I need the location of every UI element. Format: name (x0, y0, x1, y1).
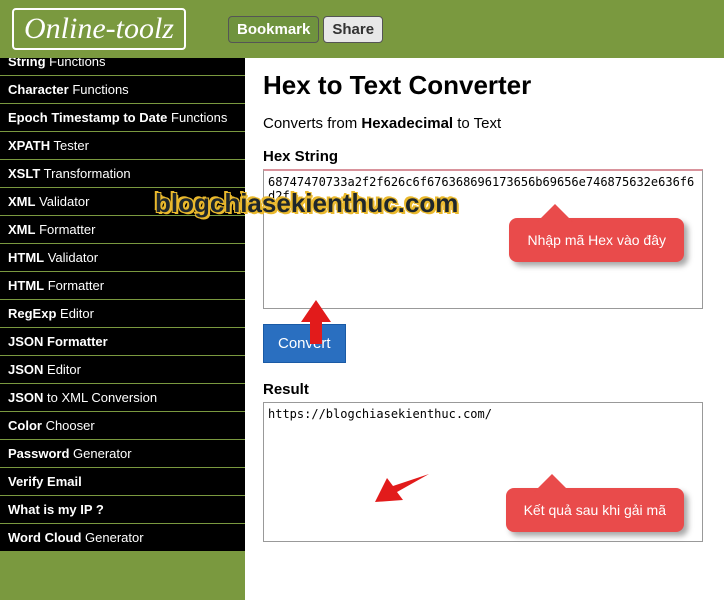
subtitle-suffix: to Text (453, 115, 501, 132)
sidebar-item[interactable]: XML Formatter (0, 216, 245, 244)
sidebar-item[interactable]: What is my IP ? (0, 496, 245, 524)
logo[interactable]: Online-toolz (12, 8, 186, 50)
sidebar-item[interactable]: HTML Formatter (0, 272, 245, 300)
subtitle-bold: Hexadecimal (361, 115, 453, 132)
sidebar-item[interactable]: String Functions (0, 58, 245, 76)
result-label: Result (263, 381, 706, 398)
sidebar-item[interactable]: XML Validator (0, 188, 245, 216)
bookmark-button[interactable]: Bookmark (228, 16, 319, 43)
header-buttons: Bookmark Share (228, 16, 383, 43)
sidebar-item[interactable]: Epoch Timestamp to Date Functions (0, 104, 245, 132)
sidebar-item[interactable]: JSON to XML Conversion (0, 384, 245, 412)
convert-button[interactable]: Convert (263, 324, 346, 363)
callout-hex: Nhập mã Hex vào đây (509, 218, 684, 262)
subtitle: Converts from Hexadecimal to Text (263, 115, 706, 132)
hex-label: Hex String (263, 148, 706, 165)
sidebar-item[interactable]: Word Cloud Generator (0, 524, 245, 552)
sidebar-item[interactable]: JSON Formatter (0, 328, 245, 356)
sidebar-item[interactable]: HTML Validator (0, 244, 245, 272)
sidebar-item[interactable]: Verify Email (0, 468, 245, 496)
subtitle-prefix: Converts from (263, 115, 361, 132)
header: Online-toolz Bookmark Share (0, 0, 724, 58)
page-title: Hex to Text Converter (263, 70, 706, 101)
sidebar-item[interactable]: JSON Editor (0, 356, 245, 384)
callout-result: Kết quả sau khi gải mã (506, 488, 684, 532)
sidebar-item[interactable]: XPATH Tester (0, 132, 245, 160)
sidebar-item[interactable]: XSLT Transformation (0, 160, 245, 188)
main-panel: Hex to Text Converter Converts from Hexa… (245, 58, 724, 600)
sidebar-item[interactable]: Password Generator (0, 440, 245, 468)
sidebar-item[interactable]: Character Functions (0, 76, 245, 104)
sidebar: String FunctionsCharacter FunctionsEpoch… (0, 58, 245, 600)
content: String FunctionsCharacter FunctionsEpoch… (0, 58, 724, 600)
sidebar-item[interactable]: RegExp Editor (0, 300, 245, 328)
share-button[interactable]: Share (323, 16, 383, 43)
sidebar-item[interactable]: Color Chooser (0, 412, 245, 440)
